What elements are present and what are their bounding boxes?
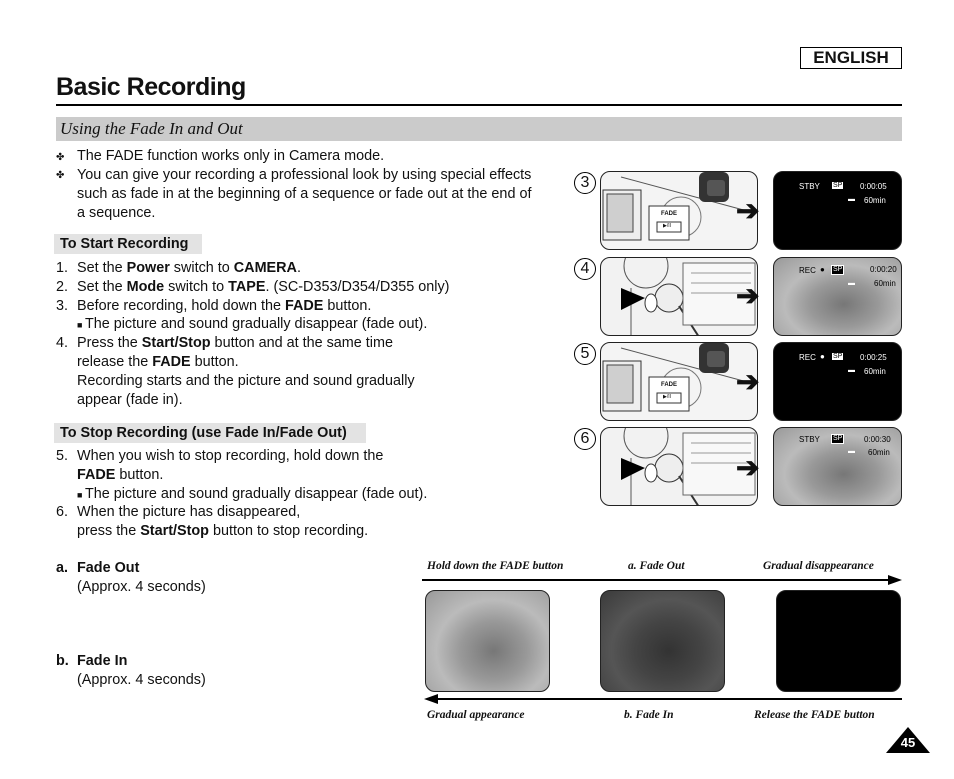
arrow-left-timeline-icon (424, 694, 902, 704)
square-bullet-icon: ■ (77, 490, 85, 500)
arrow-right-icon: ➔ (736, 366, 760, 397)
fade-button-label: FADE (661, 211, 678, 217)
fade-out-title: Fade Out (77, 560, 140, 576)
step-2: Set the Mode switch to TAPE. (SC-D353/D3… (77, 279, 450, 295)
step-6-badge: 6 (574, 428, 596, 450)
lcd-screen-step-4: REC ● SP 0:00:20 ▬ 60min (773, 257, 902, 336)
step-6-line-2: press the Start/Stop button to stop reco… (77, 523, 369, 539)
section-title: Using the Fade In and Out (60, 119, 243, 138)
arrow-right-icon: ➔ (736, 452, 760, 483)
rec-dot-icon: ● (820, 265, 825, 274)
lcd-timecode: 0:00:25 (860, 353, 887, 362)
camcorder-drawing-icon (602, 172, 752, 241)
camera-start-stop-illustration (600, 257, 758, 336)
lcd-screen-step-3: STBY SP 0:00:05 ▬ 60min (773, 171, 902, 250)
fade-button-glyph: ▶/II (663, 394, 672, 400)
lcd-screen-step-6: STBY SP 0:00:30 ▬ 60min (773, 427, 902, 506)
lcd-timecode: 0:00:30 (864, 435, 891, 444)
caption-gradual-disappearance: Gradual disappearance (763, 560, 874, 572)
camcorder-drawing-icon (621, 428, 756, 505)
step-5-line-1: When you wish to stop recording, hold do… (77, 448, 384, 464)
lcd-sp-mode: SP (832, 353, 844, 361)
caption-fade-out: a. Fade Out (628, 560, 685, 572)
camcorder-drawing-icon (621, 258, 756, 335)
lcd-sp-mode: SP (830, 265, 845, 275)
intro-bullet-2-line-2: such as fade in at the beginning of a se… (77, 186, 532, 202)
tape-icon: ▬ (848, 196, 855, 203)
page-title: Basic Recording (56, 73, 246, 101)
lcd-tape-remaining: 60min (864, 196, 886, 205)
title-divider (56, 104, 902, 106)
four-point-star-bullet-icon: ✤ (56, 170, 65, 181)
step-3-note: ■ The picture and sound gradually disapp… (77, 316, 428, 332)
step-number: 6. (56, 504, 69, 520)
lcd-sp-mode: SP (832, 182, 844, 190)
caption-release-fade: Release the FADE button (754, 709, 875, 721)
frame-bright-dolphin (425, 590, 550, 692)
camera-fade-button-illustration: FADE ▶/II (600, 171, 758, 250)
intro-bullet-1: The FADE function works only in Camera m… (77, 148, 385, 164)
step-number: 4. (56, 335, 69, 351)
lcd-screen-step-5: REC ● SP 0:00:25 ▬ 60min (773, 342, 902, 421)
step-number: 1. (56, 260, 69, 276)
frame-black (776, 590, 901, 692)
fade-out-duration: (Approx. 4 seconds) (77, 579, 206, 595)
lcd-tape-remaining: 60min (864, 367, 886, 376)
lcd-tape-remaining: 60min (868, 448, 890, 457)
arrow-right-icon: ➔ (736, 195, 760, 226)
fade-in-label: b. (56, 653, 69, 669)
rec-dot-icon: ● (820, 352, 825, 361)
four-point-star-bullet-icon: ✤ (56, 152, 65, 163)
fade-in-title: Fade In (77, 653, 128, 669)
page-number: 45 (900, 735, 916, 750)
fade-button-glyph: ▶/II (663, 223, 672, 229)
start-recording-heading: To Start Recording (54, 234, 202, 254)
camcorder-drawing-icon (602, 343, 752, 412)
lcd-status: STBY (799, 435, 820, 444)
step-3-badge: 3 (574, 172, 596, 194)
step-number: 2. (56, 279, 69, 295)
step-5-line-2: FADE button. (77, 467, 164, 483)
square-bullet-icon: ■ (77, 320, 85, 330)
step-4-line-3: Recording starts and the picture and sou… (77, 373, 415, 389)
frame-dim-dolphin (600, 590, 725, 692)
step-4-line-2: release the FADE button. (77, 354, 239, 370)
lcd-status: REC (799, 353, 816, 362)
step-6-line-1: When the picture has disappeared, (77, 504, 301, 520)
step-4-badge: 4 (574, 258, 596, 280)
tape-icon: ▬ (848, 367, 855, 374)
arrow-right-icon: ➔ (736, 280, 760, 311)
caption-hold-fade: Hold down the FADE button (427, 560, 564, 572)
language-badge: ENGLISH (800, 47, 902, 69)
intro-bullet-2-line-3: a sequence. (77, 205, 156, 221)
step-number: 5. (56, 448, 69, 464)
tape-icon: ▬ (848, 448, 855, 455)
fade-button-label: FADE (661, 382, 678, 388)
arrow-right-timeline-icon (422, 575, 902, 585)
lcd-sp-mode: SP (830, 434, 845, 444)
camera-start-stop-illustration (600, 427, 758, 506)
step-5-badge: 5 (574, 343, 596, 365)
tape-icon: ▬ (848, 280, 855, 287)
fade-in-duration: (Approx. 4 seconds) (77, 672, 206, 688)
caption-gradual-appearance: Gradual appearance (427, 709, 525, 721)
lcd-status: STBY (799, 182, 820, 191)
intro-bullet-2-line-1: You can give your recording a profession… (77, 167, 532, 183)
stop-recording-heading: To Stop Recording (use Fade In/Fade Out) (54, 423, 366, 443)
caption-fade-in: b. Fade In (624, 709, 674, 721)
fade-out-label: a. (56, 560, 69, 576)
step-4-line-4: appear (fade in). (77, 392, 183, 408)
step-1: Set the Power switch to CAMERA. (77, 260, 301, 276)
step-number: 3. (56, 298, 69, 314)
step-4-line-1: Press the Start/Stop button and at the s… (77, 335, 393, 351)
lcd-timecode: 0:00:05 (860, 182, 887, 191)
lcd-timecode: 0:00:20 (870, 265, 897, 274)
camera-fade-button-illustration: FADE ▶/II (600, 342, 758, 421)
lcd-status: REC (799, 266, 816, 275)
step-5-note: ■ The picture and sound gradually disapp… (77, 486, 428, 502)
lcd-tape-remaining: 60min (874, 279, 896, 288)
step-3: Before recording, hold down the FADE but… (77, 298, 372, 314)
